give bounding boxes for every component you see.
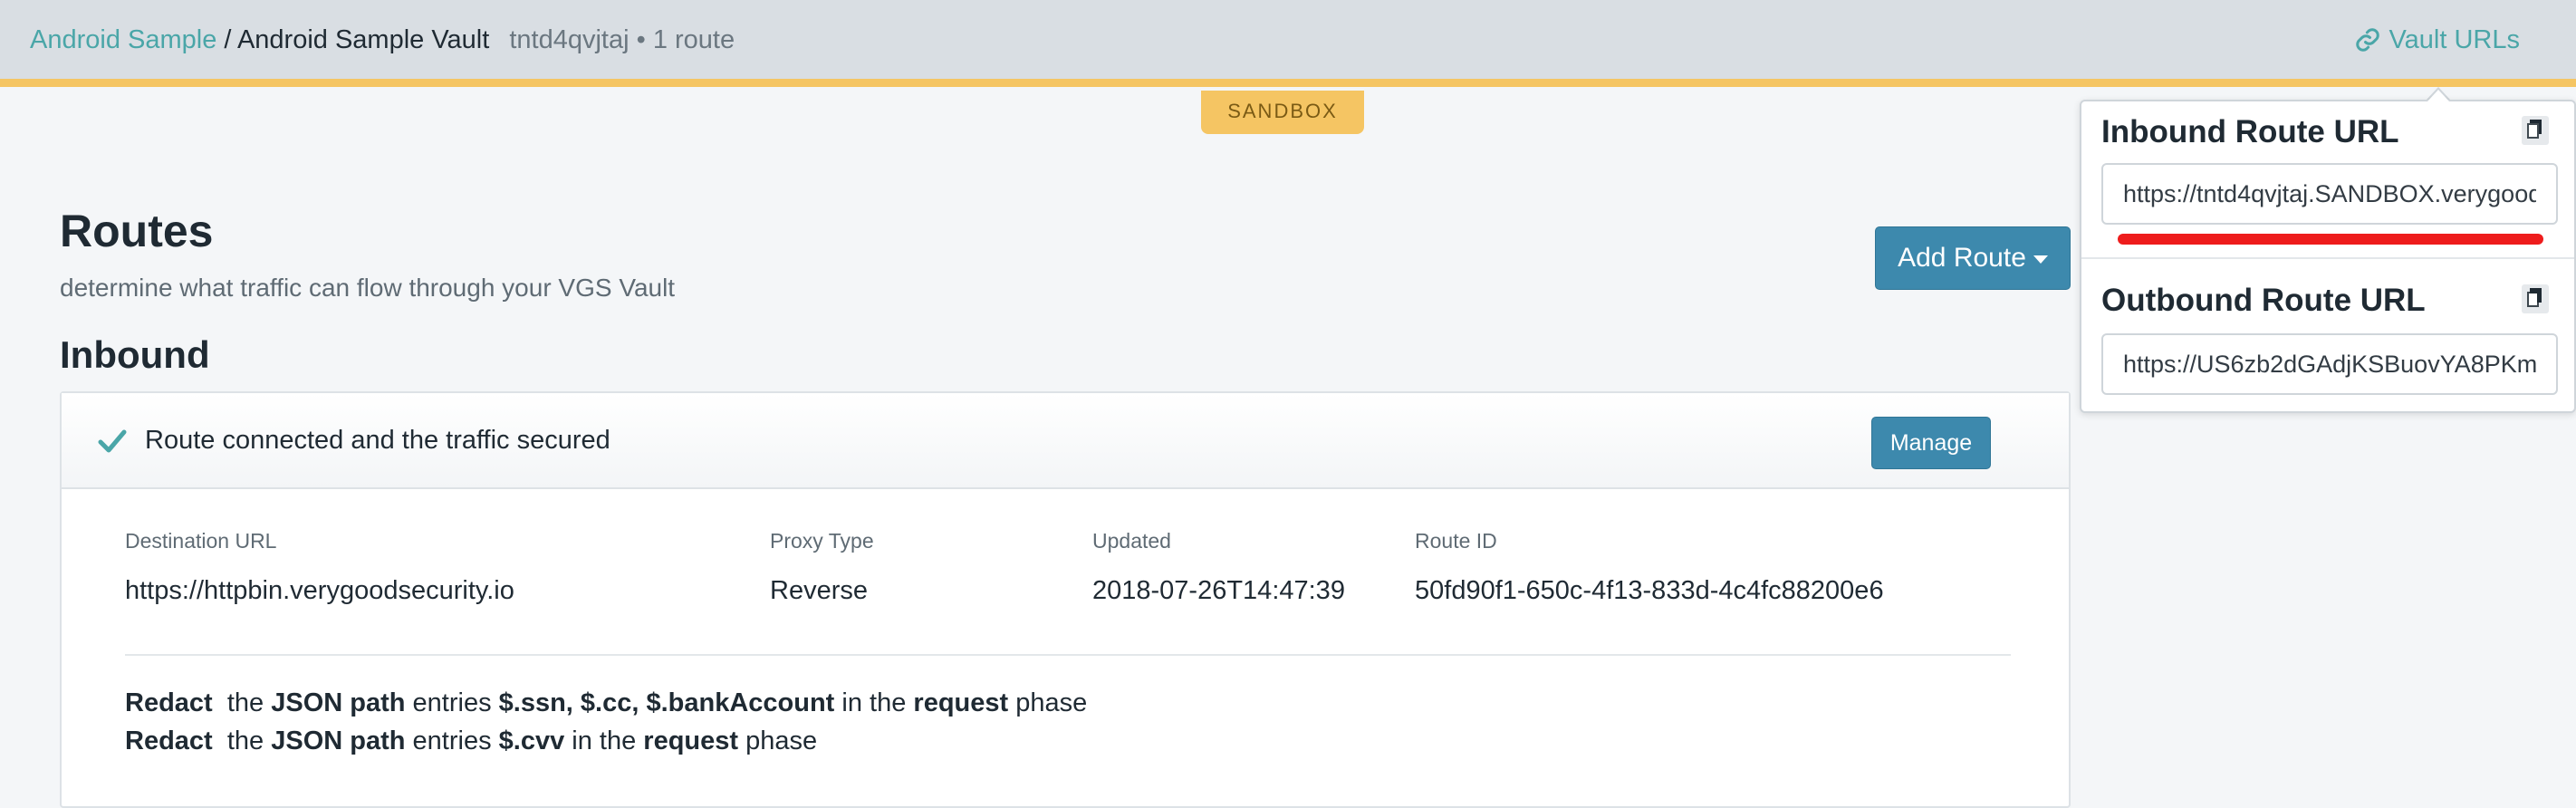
copy-icon[interactable] [2522, 116, 2549, 145]
red-underline-annotation [2118, 234, 2543, 245]
page-subtitle: determine what traffic can flow through … [60, 274, 676, 302]
rule-text: entries [412, 726, 492, 755]
rule-text: entries [412, 688, 492, 717]
rule-action: Redact [125, 726, 213, 755]
rule-action: Redact [125, 688, 213, 717]
rule-text: the [226, 688, 264, 717]
section-title-inbound: Inbound [60, 333, 210, 376]
vault-urls-label: Vault URLs [2389, 25, 2520, 54]
copy-icon[interactable] [2522, 284, 2549, 313]
card-divider [125, 654, 2011, 656]
rule-phase: request [643, 726, 739, 755]
check-icon [98, 429, 127, 453]
filter-rule: Redact the JSON path entries $.ssn, $.cc… [125, 685, 1087, 721]
rule-text: phase [745, 726, 818, 755]
field-label-route-id: Route ID [1415, 529, 1497, 553]
outbound-url-field[interactable] [2101, 333, 2558, 395]
rule-paths: $.ssn, $.cc, $.bankAccount [498, 688, 835, 717]
field-label-destination-url: Destination URL [125, 529, 277, 553]
popover-arrow-inner [2427, 90, 2449, 101]
filter-rule: Redact the JSON path entries $.cvv in th… [125, 723, 817, 759]
field-value-updated: 2018-07-26T14:47:39 [1092, 576, 1345, 605]
page-title: Routes [60, 206, 214, 256]
route-card: Route connected and the traffic secured … [60, 391, 2071, 808]
add-route-label: Add Route [1898, 243, 2026, 273]
vault-meta: tntd4qvjtaj • 1 route [509, 25, 735, 54]
field-label-updated: Updated [1092, 529, 1171, 553]
field-value-destination-url: https://httpbin.verygoodsecurity.io [125, 576, 514, 605]
breadcrumb-separator: / [224, 25, 232, 54]
breadcrumb: Android Sample / Android Sample Vault tn… [30, 24, 735, 56]
rule-text: phase [1015, 688, 1088, 717]
rule-text: in the [841, 688, 907, 717]
field-label-proxy-type: Proxy Type [770, 529, 874, 553]
top-bar: Android Sample / Android Sample Vault tn… [0, 0, 2576, 87]
breadcrumb-vault-name: Android Sample Vault [236, 25, 490, 54]
environment-badge: SANDBOX [1201, 91, 1364, 134]
inbound-url-field[interactable] [2101, 163, 2558, 225]
field-value-proxy-type: Reverse [770, 576, 868, 605]
vault-urls-link[interactable]: Vault URLs [2354, 24, 2520, 56]
rule-paths: $.cvv [498, 726, 565, 755]
popover-divider [2081, 257, 2574, 259]
link-icon [2356, 28, 2380, 52]
add-route-button[interactable]: Add Route [1875, 226, 2071, 290]
route-card-header: Route connected and the traffic secured … [62, 393, 2069, 489]
rule-path-type: JSON path [271, 726, 406, 755]
outbound-url-title: Outbound Route URL [2101, 283, 2426, 318]
rule-text: the [226, 726, 264, 755]
rule-text: in the [572, 726, 637, 755]
route-status: Route connected and the traffic secured [145, 426, 610, 455]
vault-urls-popover: Inbound Route URL Outbound Route URL [2080, 100, 2576, 413]
rule-phase: request [913, 688, 1009, 717]
caret-down-icon [2033, 255, 2048, 264]
inbound-url-title: Inbound Route URL [2101, 114, 2399, 149]
rule-path-type: JSON path [271, 688, 406, 717]
manage-button[interactable]: Manage [1871, 417, 1991, 469]
breadcrumb-org-link[interactable]: Android Sample [30, 25, 216, 54]
field-value-route-id: 50fd90f1-650c-4f13-833d-4c4fc88200e6 [1415, 576, 1884, 605]
